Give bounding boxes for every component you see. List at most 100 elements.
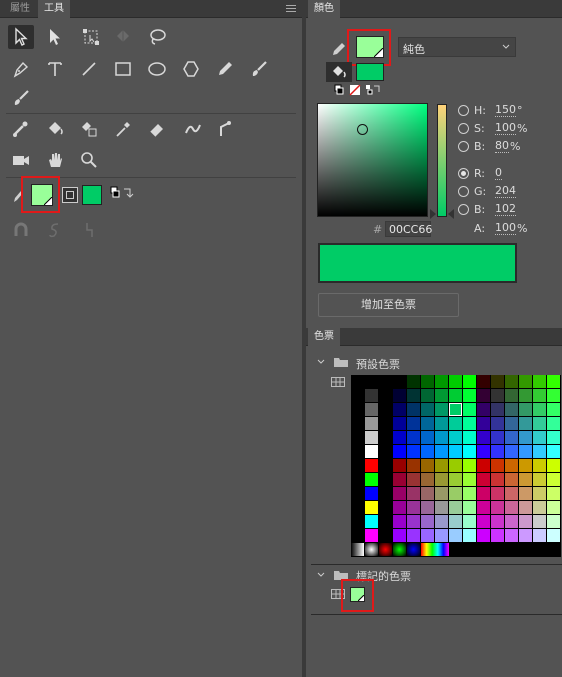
swatch-cell[interactable] [533, 403, 546, 416]
brush-tool[interactable] [246, 57, 272, 81]
slider-handle-icon[interactable] [429, 208, 455, 220]
swatch-cell[interactable] [365, 473, 378, 486]
swatch-cell[interactable] [379, 389, 392, 402]
swatch-cell[interactable] [477, 515, 490, 528]
swatch-cell[interactable] [365, 375, 378, 388]
panel-menu-icon[interactable] [286, 5, 296, 13]
swatch-cell[interactable] [505, 389, 518, 402]
swatch-cell[interactable] [435, 389, 448, 402]
swatch-cell[interactable] [505, 403, 518, 416]
swatch-cell[interactable] [393, 501, 406, 514]
swatch-cell[interactable] [351, 389, 364, 402]
swatch-cell[interactable] [547, 529, 560, 542]
swatch-cell[interactable] [533, 501, 546, 514]
swatch-cell[interactable] [449, 431, 462, 444]
snap-magnet-tool[interactable] [8, 218, 34, 242]
swatch-cell[interactable] [519, 375, 532, 388]
swatch-cell[interactable] [393, 389, 406, 402]
chevron-down-icon[interactable] [316, 570, 326, 580]
swatch-cell[interactable] [463, 459, 476, 472]
swatch-cell[interactable] [351, 403, 364, 416]
color-picker-cursor[interactable] [357, 124, 368, 135]
add-to-swatches-button[interactable]: 增加至色票 [318, 293, 459, 317]
swatch-cell[interactable] [533, 459, 546, 472]
swatch-cell[interactable] [505, 529, 518, 542]
swatch-cell[interactable] [365, 487, 378, 500]
swatch-cell[interactable] [393, 459, 406, 472]
swatch-cell[interactable] [393, 515, 406, 528]
swatch-cell[interactable] [519, 445, 532, 458]
swatch-cell[interactable] [379, 417, 392, 430]
swatch-cell[interactable] [463, 417, 476, 430]
blue-radio[interactable] [458, 204, 469, 215]
swatch-cell[interactable] [519, 431, 532, 444]
swatch-cell[interactable] [435, 445, 448, 458]
swatch-cell[interactable] [449, 529, 462, 542]
swatch-cell[interactable] [519, 389, 532, 402]
swatch-cell[interactable] [477, 473, 490, 486]
swatch-cell[interactable] [351, 529, 364, 542]
swatch-cell[interactable] [393, 487, 406, 500]
swatch-cell[interactable] [407, 445, 420, 458]
camera-tool[interactable] [8, 148, 34, 172]
h-value[interactable]: 150 [495, 104, 516, 117]
swatch-cell[interactable] [407, 375, 420, 388]
swatch-cell[interactable] [435, 501, 448, 514]
tab-properties[interactable]: 屬性 [4, 0, 36, 18]
swatch-cell[interactable] [547, 459, 560, 472]
swatch-cell[interactable] [365, 515, 378, 528]
swatch-cell[interactable] [421, 431, 434, 444]
gradient-swatch[interactable] [407, 543, 420, 556]
swatch-cell[interactable] [421, 445, 434, 458]
swatch-cell[interactable] [463, 431, 476, 444]
hex-input[interactable]: 00CC66 [385, 221, 432, 237]
bone-tool[interactable] [8, 117, 34, 141]
swatch-cell[interactable] [533, 417, 546, 430]
smooth-tool[interactable] [42, 218, 68, 242]
swatch-cell[interactable] [463, 529, 476, 542]
swatch-cell[interactable] [351, 473, 364, 486]
width-tool[interactable] [180, 117, 206, 141]
chevron-down-icon[interactable] [316, 357, 326, 367]
swatch-cell[interactable] [547, 431, 560, 444]
polystar-tool[interactable] [178, 57, 204, 81]
swatch-cell[interactable] [393, 417, 406, 430]
swatch-cell[interactable] [393, 445, 406, 458]
swatch-cell[interactable] [519, 501, 532, 514]
swatch-cell[interactable] [533, 375, 546, 388]
swatch-cell[interactable] [421, 403, 434, 416]
swatch-cell[interactable] [421, 459, 434, 472]
swatch-cell[interactable] [407, 389, 420, 402]
swatch-cell[interactable] [449, 417, 462, 430]
swatch-cell[interactable] [379, 529, 392, 542]
hand-tool[interactable] [42, 148, 68, 172]
swatch-cell[interactable] [421, 501, 434, 514]
swatch-cell[interactable] [351, 431, 364, 444]
swatch-cell[interactable] [407, 417, 420, 430]
r-radio[interactable] [458, 168, 469, 179]
swatch-cell[interactable] [519, 417, 532, 430]
swatch-cell[interactable] [463, 487, 476, 500]
paintbrush-tool[interactable] [8, 86, 34, 110]
swatch-cell[interactable] [491, 487, 504, 500]
swatch-cell[interactable] [449, 501, 462, 514]
swatch-cell[interactable] [449, 445, 462, 458]
swatch-cell[interactable] [505, 445, 518, 458]
swatch-cell[interactable] [533, 389, 546, 402]
swatch-cell[interactable] [421, 515, 434, 528]
gradient-swatch[interactable] [365, 543, 378, 556]
swatch-cell[interactable] [505, 487, 518, 500]
swatch-cell[interactable] [435, 487, 448, 500]
eraser-tool[interactable] [144, 117, 170, 141]
swatch-cell[interactable] [365, 445, 378, 458]
swatch-cell[interactable] [421, 529, 434, 542]
swatch-cell[interactable] [365, 431, 378, 444]
swatch-cell[interactable] [407, 529, 420, 542]
gradient-swatch[interactable] [393, 543, 406, 556]
rectangle-tool[interactable] [110, 57, 136, 81]
swatch-cell[interactable] [533, 431, 546, 444]
r-value[interactable]: 0 [495, 167, 502, 180]
swatch-cell[interactable] [533, 487, 546, 500]
ink-bottle-tool[interactable] [76, 117, 102, 141]
lasso-tool[interactable] [144, 25, 170, 49]
